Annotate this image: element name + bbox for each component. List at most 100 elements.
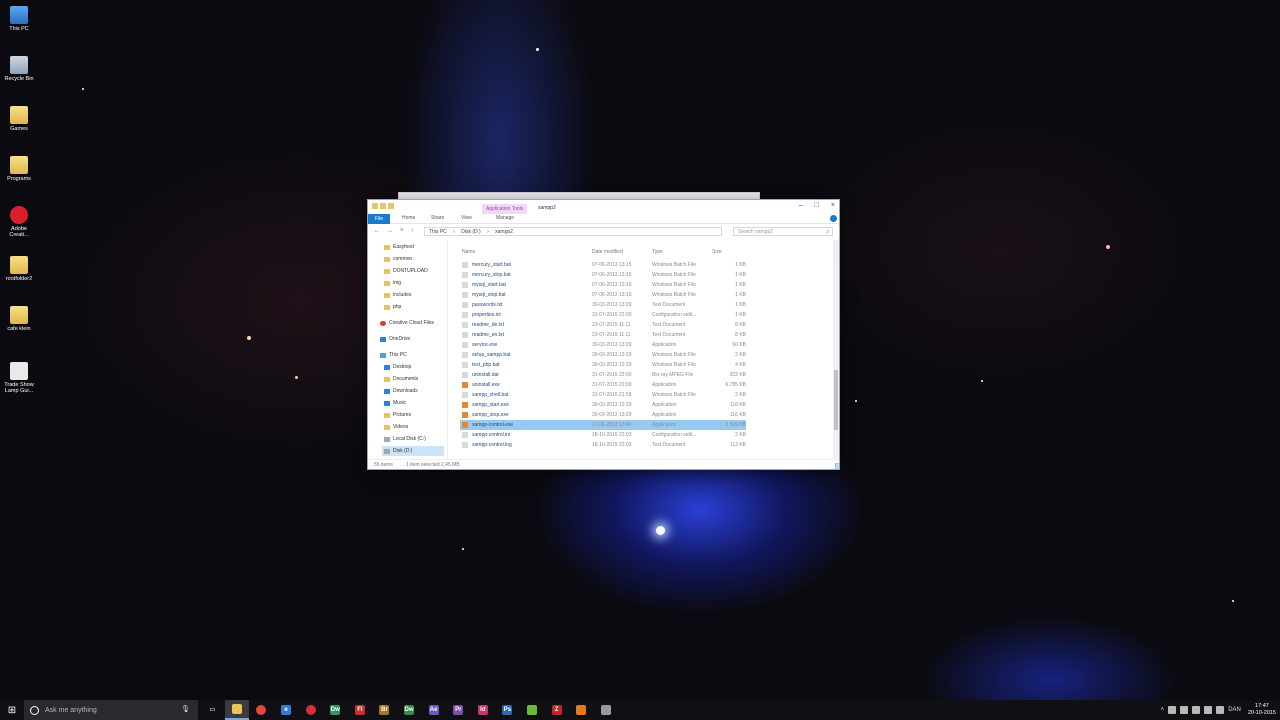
desktop-icon-programs[interactable]: Programs <box>2 156 36 182</box>
desktop-icon-adobe[interactable]: Adobe Creati... <box>2 206 36 238</box>
nav-item-php[interactable]: php <box>384 302 401 312</box>
column-header-type[interactable]: Type <box>652 249 663 255</box>
forward-arrow-icon[interactable]: → <box>387 228 393 234</box>
taskbar-app-flash[interactable]: Fl <box>348 700 373 720</box>
table-row[interactable]: properties.ini 31-07-2015 22:00 Configurat… <box>460 310 746 320</box>
table-row[interactable]: readme_de.txt 23-07-2015 11:11 Text Docume… <box>460 320 746 330</box>
table-row[interactable]: mysql_stop.bat 07-06-2013 13:15 Windows Ba… <box>460 290 746 300</box>
wifi-icon[interactable] <box>1204 706 1213 714</box>
nav-item-onedrive[interactable]: OneDrive <box>380 334 410 344</box>
nav-item-disk-d[interactable]: Disk (D:) <box>382 446 444 456</box>
taskbar-app-after-effects[interactable]: Ae <box>421 700 446 720</box>
file-explorer-window[interactable]: Application Tools xampp2 – □ × File Home… <box>367 199 840 470</box>
breadcrumb-disk-d[interactable]: Disk (D:) <box>461 229 480 235</box>
tab-home[interactable]: Home <box>402 215 415 221</box>
breadcrumb-this-pc[interactable]: This PC <box>429 229 447 235</box>
maximize-button[interactable]: □ <box>815 202 819 209</box>
table-row[interactable]: xampp-control.log 18-10-2015 22:03 Text Do… <box>460 440 746 450</box>
tab-file[interactable]: File <box>368 214 390 224</box>
taskbar-app-creative-cloud[interactable] <box>298 700 323 720</box>
nav-item-this-pc[interactable]: This PC <box>380 350 407 360</box>
table-row[interactable]: mercury_start.bat 07-06-2013 13:15 Windows… <box>460 260 746 270</box>
table-row[interactable]: xampp_shell.bat 31-07-2015 21:58 Windows B… <box>460 390 746 400</box>
address-bar[interactable]: This PC › Disk (D:) › xampp2 <box>424 227 722 236</box>
desktop-icon-cafe-klein[interactable]: cafe klein <box>2 306 36 332</box>
taskbar-app-dreamweaver-2[interactable]: Dw <box>397 700 422 720</box>
taskbar-app-premiere[interactable]: Pr <box>446 700 471 720</box>
nav-item-creative-cloud[interactable]: Creative Cloud Files <box>380 318 434 328</box>
quick-access-toolbar[interactable] <box>372 203 394 209</box>
scrollbar-thumb[interactable] <box>834 370 838 430</box>
battery-icon[interactable] <box>1192 706 1201 714</box>
show-hidden-icons-icon[interactable]: ˄ <box>1161 707 1165 713</box>
table-row[interactable]: mercury_stop.bat 07-06-2013 13:15 Windows … <box>460 270 746 280</box>
column-header-name[interactable]: Name <box>462 249 475 255</box>
nav-item-dontupload[interactable]: DONTUPLOAD <box>384 266 428 276</box>
table-row[interactable]: readme_en.txt 23-07-2015 11:11 Text Docume… <box>460 330 746 340</box>
table-row[interactable]: xampp_stop.exe 30-03-2013 13:29 Applicatio… <box>460 410 746 420</box>
nav-item-img[interactable]: img <box>384 278 401 288</box>
desktop-icon-recycle-bin[interactable]: Recycle Bin <box>2 56 36 82</box>
tab-share[interactable]: Share <box>431 215 444 221</box>
microphone-icon[interactable]: 🎙 <box>181 705 190 713</box>
close-button[interactable]: × <box>831 202 835 209</box>
nav-item-easyfood[interactable]: Easyfood <box>384 242 414 252</box>
table-row-selected[interactable]: xampp-control.exe 17-06-2013 13:42 Applica… <box>460 420 746 430</box>
taskbar-app-chrome[interactable] <box>249 700 274 720</box>
desktop-icon-games[interactable]: Games <box>2 106 36 132</box>
table-row[interactable]: xampp-control.ini 18-10-2015 22:03 Configu… <box>460 430 746 440</box>
desktop-icon-rootfolder2[interactable]: rootfolder2 <box>2 256 36 282</box>
taskbar-app-indesign[interactable]: Id <box>471 700 496 720</box>
help-icon[interactable] <box>830 215 837 222</box>
language-indicator[interactable]: DAN <box>1228 707 1241 713</box>
taskbar-app-file-explorer[interactable] <box>224 700 250 720</box>
nav-item-includes[interactable]: includes <box>384 290 411 300</box>
taskbar-app-filezilla[interactable]: Z <box>544 700 569 720</box>
minimize-button[interactable]: – <box>799 202 803 209</box>
table-row[interactable]: uninstall.exe 31-07-2015 22:00 Application… <box>460 380 746 390</box>
table-row[interactable]: service.exe 30-03-2013 13:29 Application 60… <box>460 340 746 350</box>
nav-item-common[interactable]: common <box>384 254 412 264</box>
cortana-search-box[interactable]: Ask me anything 🎙 <box>24 700 198 720</box>
nav-item-downloads[interactable]: Downloads <box>384 386 418 396</box>
vertical-scrollbar[interactable] <box>833 240 839 459</box>
cloud-sync-icon[interactable] <box>1180 706 1189 714</box>
taskbar-app-bridge[interactable]: Br <box>372 700 397 720</box>
desktop-icon-trade-show[interactable]: Trade Show Lamp Gui... <box>2 362 36 394</box>
start-button[interactable]: ⊞ <box>0 700 24 720</box>
clock[interactable]: 17:47 20-10-2015 <box>1248 703 1276 717</box>
search-icon[interactable]: ⌕ <box>826 229 829 235</box>
file-list[interactable]: Name Date modified Type Size mercury_sta… <box>454 240 839 459</box>
application-tools-tab[interactable]: Application Tools <box>482 204 528 214</box>
table-row[interactable]: test_php.bat 30-03-2013 13:29 Windows Batc… <box>460 360 746 370</box>
nav-item-videos[interactable]: Videos <box>384 422 408 432</box>
nav-item-desktop[interactable]: Desktop <box>384 362 411 372</box>
nav-item-documents[interactable]: Documents <box>384 374 418 384</box>
nav-item-music[interactable]: Music <box>384 398 406 408</box>
table-row[interactable]: xampp_start.exe 30-03-2013 13:29 Applicati… <box>460 400 746 410</box>
taskbar-app-dreamweaver[interactable]: Dw <box>323 700 348 720</box>
taskbar-app-window[interactable] <box>594 700 619 720</box>
desktop-icon-this-pc[interactable]: This PC <box>2 6 36 32</box>
new-folder-icon[interactable] <box>388 203 394 209</box>
taskbar-app-android[interactable] <box>520 700 545 720</box>
taskbar-app-edge[interactable]: e <box>274 700 299 720</box>
volume-icon[interactable] <box>1216 706 1225 714</box>
taskbar-app-xampp[interactable] <box>569 700 594 720</box>
navigation-pane[interactable]: Easyfood common DONTUPLOAD img includes … <box>368 240 448 459</box>
column-header-date[interactable]: Date modified <box>592 249 623 255</box>
breadcrumb-xampp2[interactable]: xampp2 <box>495 229 513 235</box>
up-arrow-icon[interactable]: ↑ <box>411 228 414 234</box>
recent-chevron-icon[interactable]: ˅ <box>400 228 404 234</box>
window-titlebar[interactable]: Application Tools xampp2 – □ × <box>368 200 839 214</box>
nav-item-local-disk-c[interactable]: Local Disk (C:) <box>384 434 426 444</box>
table-row[interactable]: mysql_start.bat 07-06-2013 13:15 Windows B… <box>460 280 746 290</box>
network-app-icon[interactable] <box>1168 706 1177 714</box>
properties-icon[interactable] <box>380 203 386 209</box>
tab-view[interactable]: View <box>461 215 472 221</box>
back-arrow-icon[interactable]: ← <box>374 228 380 234</box>
tab-manage[interactable]: Manage <box>496 215 514 221</box>
large-icons-view-button[interactable] <box>835 463 839 469</box>
search-input[interactable]: Search xampp2 ⌕ <box>733 227 833 236</box>
nav-item-pictures[interactable]: Pictures <box>384 410 411 420</box>
